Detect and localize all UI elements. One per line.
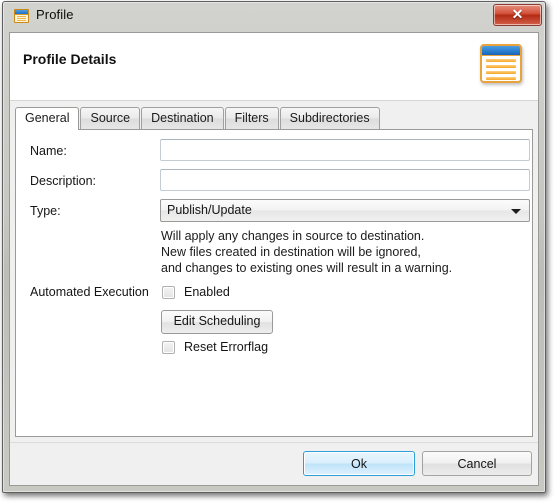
tab-general[interactable]: General bbox=[15, 107, 80, 130]
dialog-footer: Ok Cancel bbox=[10, 442, 538, 485]
dialog-header: Profile Details bbox=[10, 33, 538, 101]
tab-filters-label: Filters bbox=[234, 111, 269, 125]
description-input[interactable] bbox=[160, 169, 530, 191]
type-dropdown[interactable]: Publish/Update bbox=[160, 199, 530, 222]
type-description-line-2: New files created in destination will be… bbox=[161, 245, 421, 259]
tab-subdirectories[interactable]: Subdirectories bbox=[279, 107, 380, 129]
tab-filters[interactable]: Filters bbox=[224, 107, 279, 129]
close-button[interactable]: ✕ bbox=[493, 4, 542, 26]
window-form-icon bbox=[14, 9, 29, 23]
profile-dialog-window: Profile ✕ Profile Details General Source bbox=[2, 1, 546, 493]
close-icon: ✕ bbox=[511, 6, 524, 22]
description-label: Description: bbox=[30, 174, 96, 188]
enabled-checkbox[interactable] bbox=[162, 286, 175, 299]
name-label: Name: bbox=[30, 144, 67, 158]
edit-scheduling-button[interactable]: Edit Scheduling bbox=[161, 310, 273, 334]
tab-source[interactable]: Source bbox=[80, 107, 141, 129]
name-input[interactable] bbox=[160, 139, 530, 161]
dialog-client-area: Profile Details General Source Destinati… bbox=[9, 32, 539, 486]
type-dropdown-value: Publish/Update bbox=[167, 203, 252, 217]
document-lines-icon bbox=[480, 44, 522, 83]
tab-strip: General Source Destination Filters Subdi… bbox=[15, 107, 538, 130]
tab-destination[interactable]: Destination bbox=[141, 107, 224, 129]
chevron-down-icon bbox=[511, 209, 521, 214]
reset-errorflag-label: Reset Errorflag bbox=[184, 340, 269, 354]
tab-source-label: Source bbox=[90, 111, 131, 125]
type-description-line-1: Will apply any changes in source to dest… bbox=[161, 229, 425, 243]
tab-subdirectories-label: Subdirectories bbox=[289, 111, 370, 125]
cancel-button[interactable]: Cancel bbox=[422, 451, 532, 476]
automated-execution-label: Automated Execution bbox=[30, 285, 149, 299]
type-label: Type: bbox=[30, 204, 61, 218]
edit-scheduling-label: Edit Scheduling bbox=[173, 314, 261, 328]
reset-errorflag-checkbox[interactable] bbox=[162, 341, 175, 354]
type-description-line-3: and changes to existing ones will result… bbox=[161, 261, 453, 275]
tab-panel-general: Name: Description: Type: Publish/Update … bbox=[15, 129, 533, 437]
window-title: Profile bbox=[36, 7, 74, 22]
tab-general-label: General bbox=[25, 111, 70, 125]
enabled-label: Enabled bbox=[184, 285, 230, 299]
tab-destination-label: Destination bbox=[151, 111, 214, 125]
ok-button[interactable]: Ok bbox=[303, 451, 415, 476]
page-title: Profile Details bbox=[23, 51, 117, 67]
title-bar[interactable]: Profile ✕ bbox=[3, 2, 545, 31]
